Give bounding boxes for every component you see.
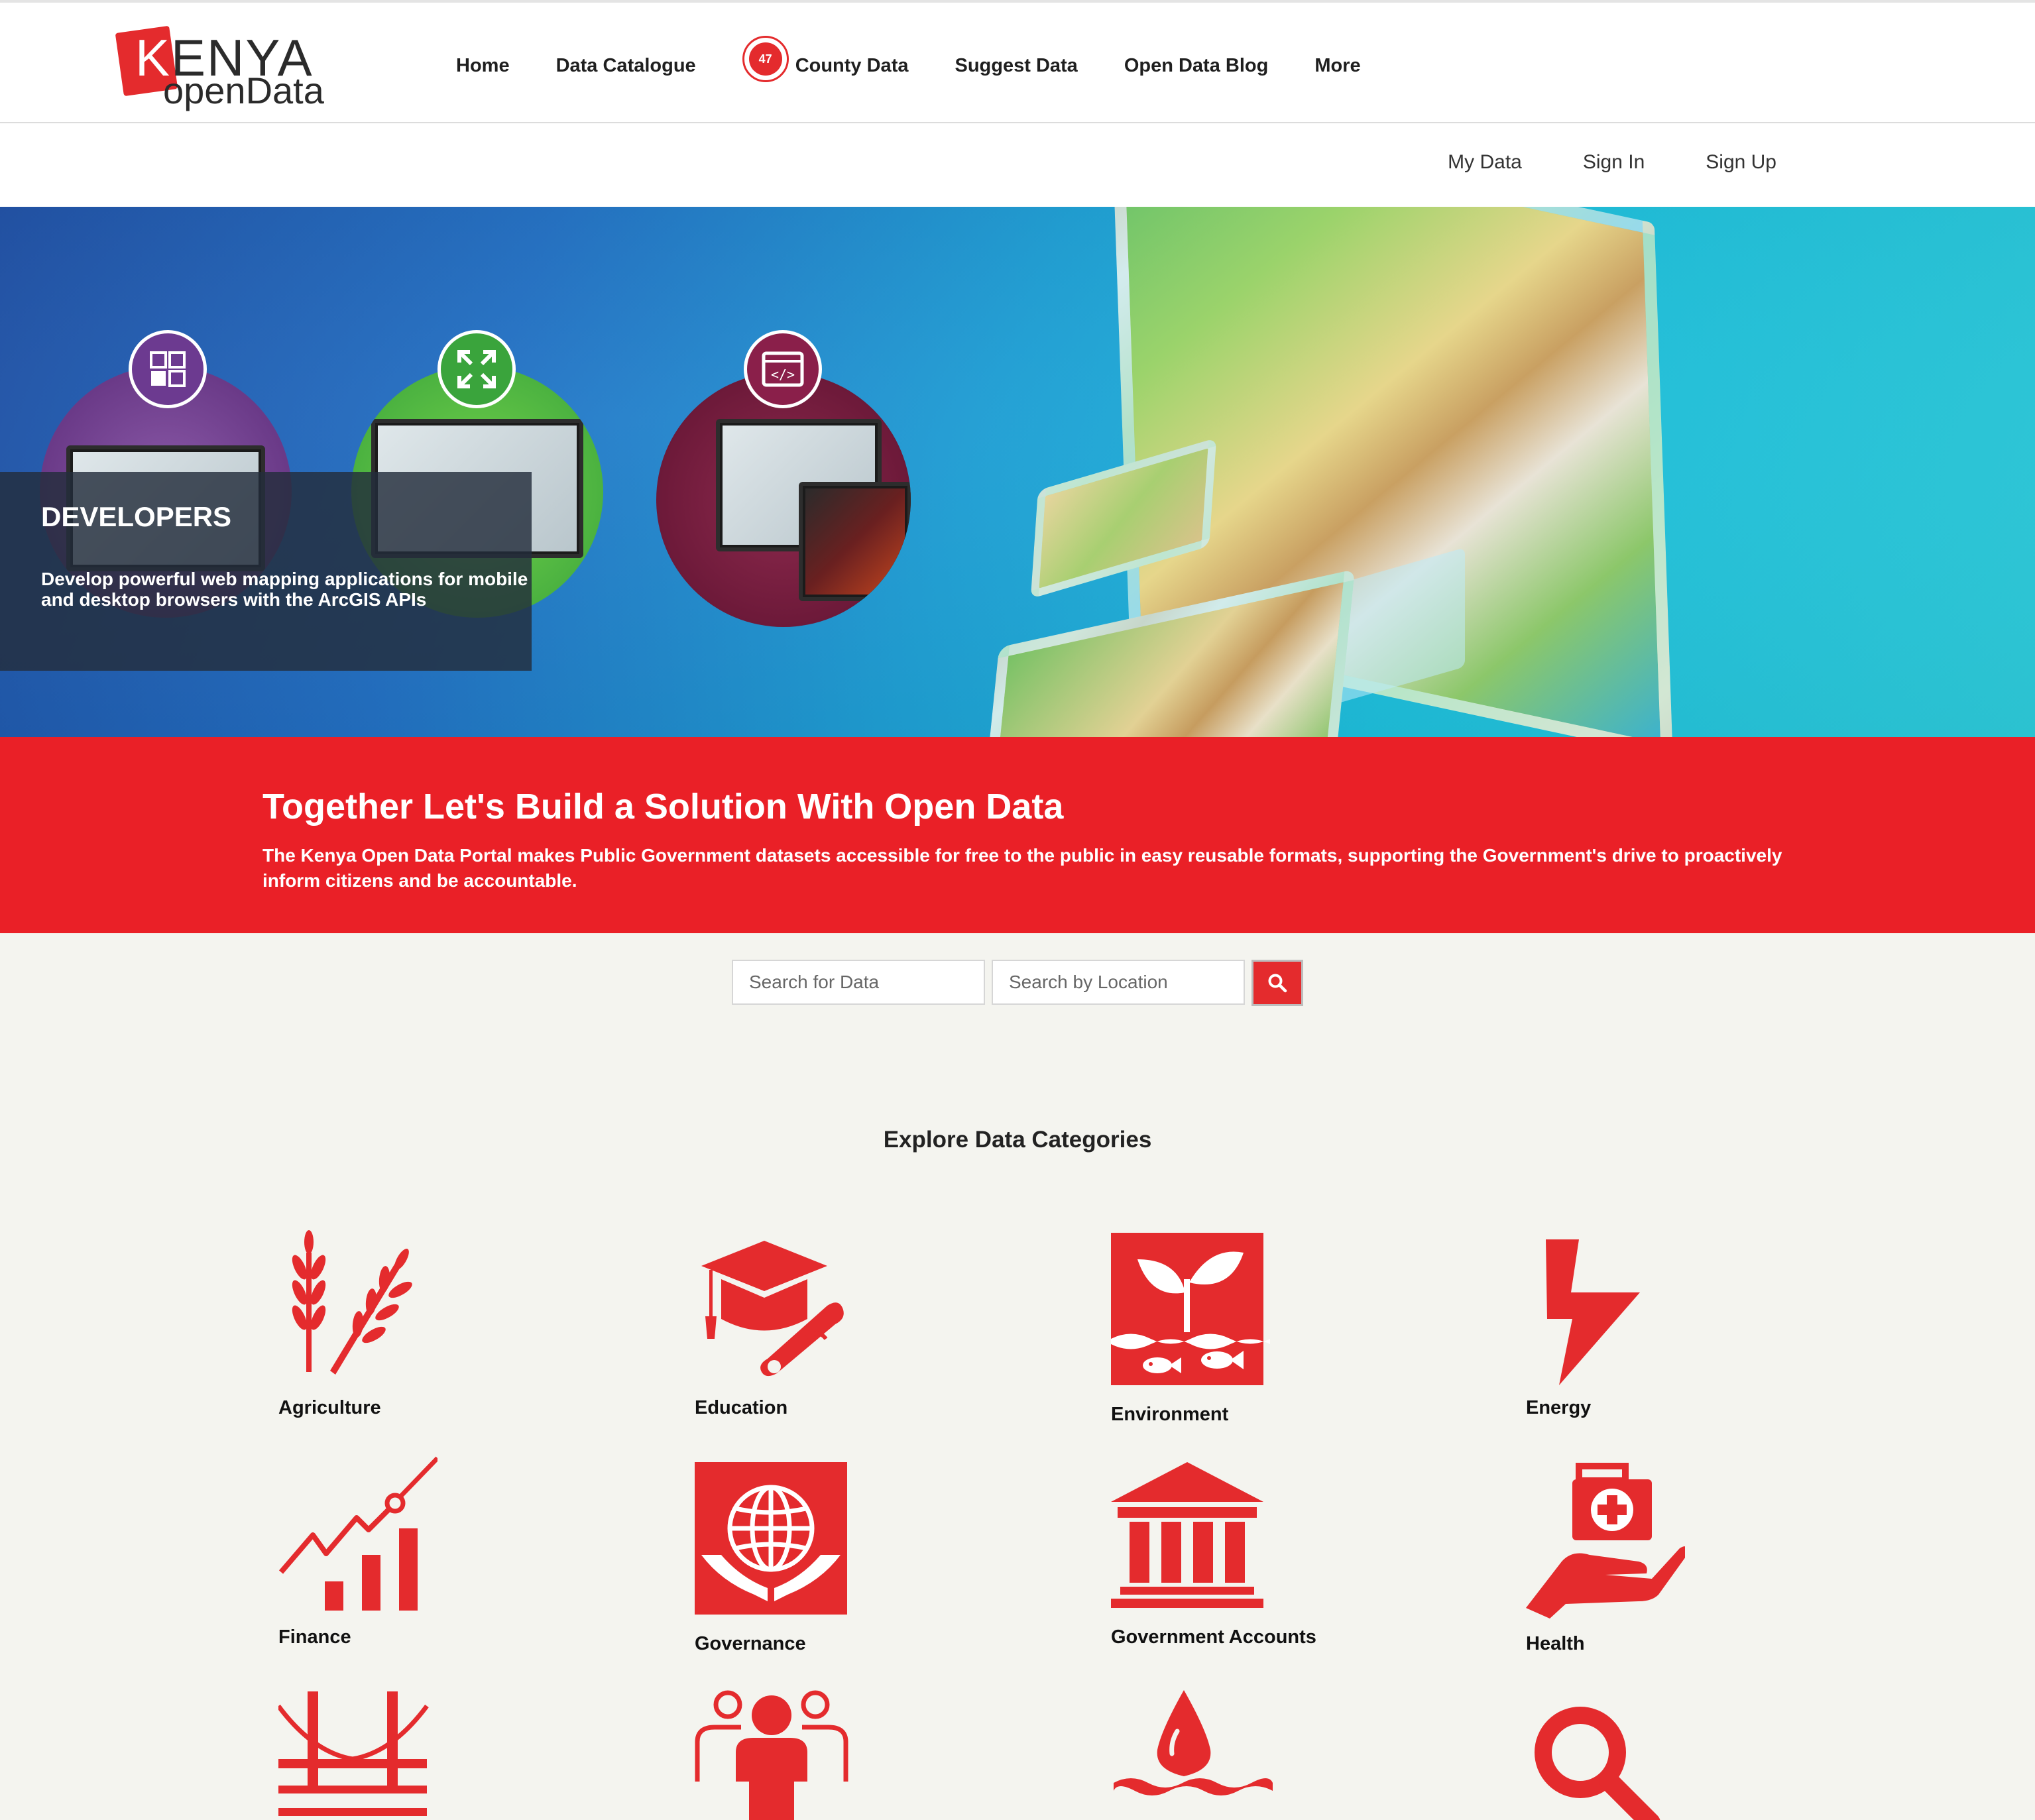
county-badge-number: 47 bbox=[748, 42, 782, 76]
plant-fish-icon bbox=[1111, 1233, 1270, 1385]
tablet-screen-image bbox=[799, 482, 911, 601]
category-label: Environment bbox=[1111, 1404, 1229, 1425]
nav-more[interactable]: More bbox=[1314, 55, 1360, 77]
nav-home[interactable]: Home bbox=[456, 55, 510, 77]
nav-suggest-data[interactable]: Suggest Data bbox=[955, 55, 1077, 77]
expand-arrows-icon bbox=[437, 330, 516, 408]
hero-carousel[interactable]: </> DEVELOPERS Develop powerful web mapp… bbox=[0, 207, 2035, 737]
search-icon bbox=[1268, 974, 1287, 993]
code-window-icon: </> bbox=[744, 330, 822, 408]
category-label: Health bbox=[1526, 1633, 1585, 1654]
growth-chart-icon bbox=[278, 1456, 437, 1611]
sign-up-link[interactable]: Sign Up bbox=[1706, 151, 1776, 174]
category-label: Energy bbox=[1526, 1397, 1592, 1418]
people-icon bbox=[695, 1690, 848, 1820]
svg-text:</>: </> bbox=[771, 367, 795, 382]
banner-title: Together Let's Build a Solution With Ope… bbox=[262, 787, 1064, 826]
nav-data-catalogue[interactable]: Data Catalogue bbox=[556, 55, 696, 77]
sign-in-link[interactable]: Sign In bbox=[1583, 151, 1645, 174]
medical-kit-hand-icon bbox=[1526, 1463, 1685, 1619]
developers-caption-panel: DEVELOPERS Develop powerful web mapping … bbox=[0, 472, 532, 671]
developers-description: Develop powerful web mapping application… bbox=[41, 569, 528, 610]
logo-open-data-text: openData bbox=[163, 70, 324, 111]
search-button[interactable] bbox=[1251, 960, 1303, 1006]
top-navigation: KENYA openData Home Data Catalogue 47 Co… bbox=[0, 0, 2035, 123]
developers-title: DEVELOPERS bbox=[41, 501, 232, 532]
globe-hands-icon bbox=[695, 1462, 847, 1615]
wheat-icon bbox=[292, 1230, 412, 1375]
nav-county-data[interactable]: 47 County Data bbox=[742, 36, 909, 82]
account-links: My Data Sign In Sign Up bbox=[1387, 151, 1776, 174]
category-label: Agriculture bbox=[278, 1397, 381, 1418]
water-drop-icon bbox=[1114, 1690, 1273, 1795]
account-bar: My Data Sign In Sign Up bbox=[0, 123, 2035, 207]
kenya-open-data-logo[interactable]: KENYA openData bbox=[115, 23, 335, 111]
category-label: Finance bbox=[278, 1626, 351, 1648]
county-47-badge-icon: 47 bbox=[742, 36, 789, 82]
nav-open-data-blog[interactable]: Open Data Blog bbox=[1124, 55, 1269, 77]
search-bar bbox=[732, 960, 1303, 1006]
categories-heading: Explore Data Categories bbox=[883, 1127, 1152, 1153]
intro-banner: Together Let's Build a Solution With Ope… bbox=[0, 737, 2035, 933]
category-label: Government Accounts bbox=[1111, 1626, 1316, 1648]
magnifier-icon bbox=[1535, 1707, 1660, 1820]
search-location-input[interactable] bbox=[992, 960, 1245, 1005]
banner-text: The Kenya Open Data Portal makes Public … bbox=[262, 845, 1782, 891]
bridge-icon bbox=[278, 1691, 429, 1816]
developer-circle-maroon bbox=[656, 372, 911, 627]
graduation-cap-icon bbox=[701, 1241, 844, 1377]
lightning-icon bbox=[1546, 1239, 1640, 1385]
nav-county-data-label: County Data bbox=[795, 54, 909, 76]
main-menu: Home Data Catalogue 47 County Data Sugge… bbox=[456, 36, 1407, 82]
category-label: Education bbox=[695, 1397, 788, 1418]
apps-grid-icon bbox=[129, 330, 207, 408]
category-label: Governance bbox=[695, 1633, 806, 1654]
my-data-link[interactable]: My Data bbox=[1448, 151, 1522, 174]
search-data-input[interactable] bbox=[732, 960, 985, 1005]
government-building-icon bbox=[1111, 1462, 1263, 1608]
